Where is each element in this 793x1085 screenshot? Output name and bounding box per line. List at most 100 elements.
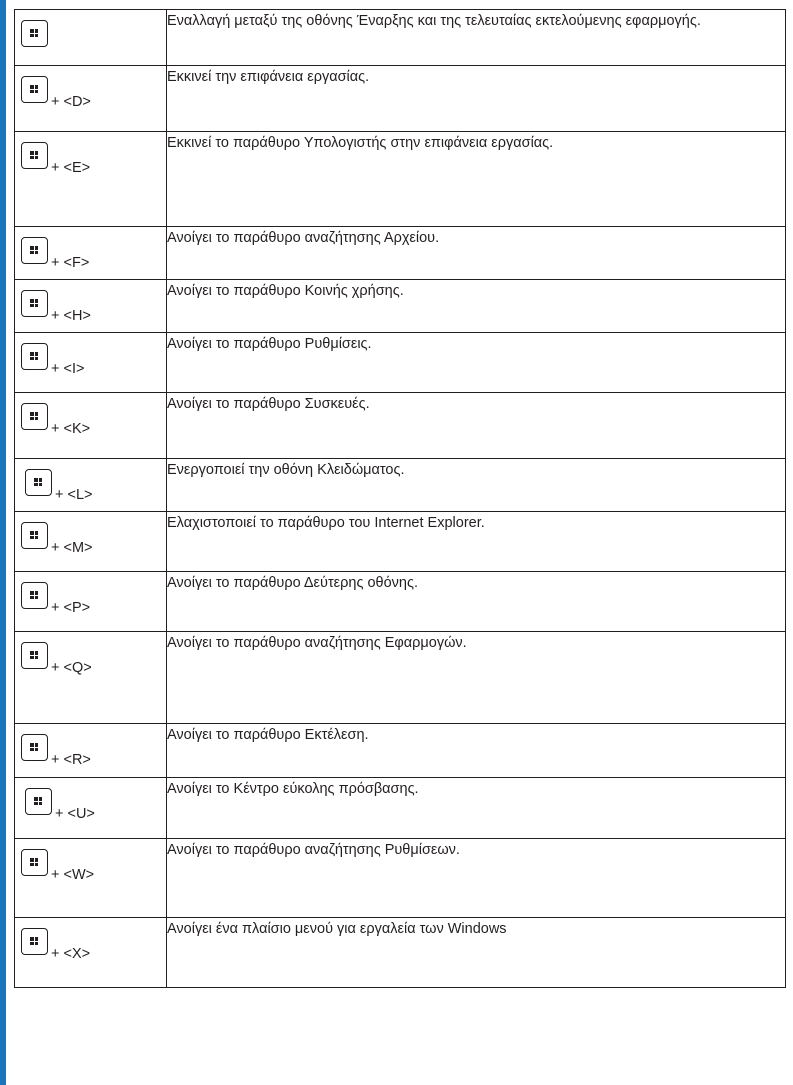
key-letter: + <U> [55,806,95,822]
windows-logo-icon [30,651,38,659]
key-letter: + <K> [51,421,91,437]
key-combination: + <I> [21,343,84,377]
windows-logo-icon [30,352,38,360]
shortcut-row: + <U> Ανοίγει το Κέντρο εύκολης πρόσβασης… [14,777,786,839]
key-cell: + <X> [14,917,167,988]
shortcut-row: + <H> Ανοίγει το παράθυρο Κοινής χρήσης. [14,279,786,333]
windows-logo-icon [30,412,38,420]
shortcut-description: Ενεργοποιεί την οθόνη Κλειδώματος. [166,458,786,512]
shortcut-description: Ανοίγει το παράθυρο αναζήτησης Αρχείου. [166,226,786,280]
key-combination: + <P> [21,582,90,616]
key-letter: + <R> [51,752,91,768]
shortcut-row: + <W> Ανοίγει το παράθυρο αναζήτησης Ρυθμ… [14,838,786,918]
key-letter: + <H> [51,308,91,324]
shortcut-table: Εναλλαγή μεταξύ της οθόνης Έναρξης και τ… [14,9,786,988]
shortcut-row: + <P> Ανοίγει το παράθυρο Δεύτερης οθόνης… [14,571,786,632]
shortcut-description: Ανοίγει το παράθυρο Συσκευές. [166,392,786,459]
key-cell: + <R> [14,723,167,778]
windows-key-icon [21,582,48,609]
key-cell: + <K> [14,392,167,459]
windows-key-icon [25,469,52,496]
shortcut-row: + <L> Ενεργοποιεί την οθόνη Κλειδώματος. [14,458,786,512]
key-combination: + <F> [21,237,89,271]
shortcut-row: + <K> Ανοίγει το παράθυρο Συσκευές. [14,392,786,459]
key-cell: + <W> [14,838,167,918]
shortcut-description: Ανοίγει το παράθυρο Δεύτερης οθόνης. [166,571,786,632]
windows-logo-icon [30,246,38,254]
key-letter: + <M> [51,540,93,556]
key-combination: + <K> [21,403,90,437]
key-combination: + <R> [21,734,91,768]
windows-key-icon [21,734,48,761]
shortcut-description: Ανοίγει το παράθυρο αναζήτησης Εφαρμογών… [166,631,786,724]
windows-key-icon [21,76,48,103]
shortcut-description: Εκκινεί το παράθυρο Υπολογιστής στην επι… [166,131,786,227]
shortcut-description: Εναλλαγή μεταξύ της οθόνης Έναρξης και τ… [166,9,786,66]
shortcut-row: + <Q> Ανοίγει το παράθυρο αναζήτησης Εφαρ… [14,631,786,724]
windows-key-icon [21,237,48,264]
shortcut-row: + <E> Εκκινεί το παράθυρο Υπολογιστής στη… [14,131,786,227]
key-cell: + <E> [14,131,167,227]
key-letter: + <L> [55,487,93,503]
key-combination: + <E> [21,142,90,176]
windows-key-icon [21,849,48,876]
key-cell: + <I> [14,332,167,393]
key-combination: + <M> [21,522,93,556]
key-cell: + <L> [14,458,167,512]
shortcut-description: Ελαχιστοποιεί το παράθυρο του Internet E… [166,511,786,572]
windows-key-icon [21,928,48,955]
shortcut-row: + <R> Ανοίγει το παράθυρο Εκτέλεση. [14,723,786,778]
windows-logo-icon [30,591,38,599]
key-letter: + <D> [51,94,91,110]
shortcut-row: + <F> Ανοίγει το παράθυρο αναζήτησης Αρχε… [14,226,786,280]
key-cell: + <U> [14,777,167,839]
shortcut-description: Ανοίγει το παράθυρο Εκτέλεση. [166,723,786,778]
key-cell: + <D> [14,65,167,132]
windows-logo-icon [34,797,42,805]
shortcut-description: Ανοίγει το παράθυρο αναζήτησης Ρυθμίσεων… [166,838,786,918]
key-cell [14,9,167,66]
key-letter: + <W> [51,867,95,883]
windows-key-icon [21,20,48,47]
key-cell: + <P> [14,571,167,632]
windows-logo-icon [34,478,42,486]
key-combination: + <W> [21,849,94,883]
shortcut-description: Ανοίγει το Κέντρο εύκολης πρόσβασης. [166,777,786,839]
shortcut-description: Ανοίγει το παράθυρο Ρυθμίσεις. [166,332,786,393]
key-combination: + <H> [21,290,91,324]
windows-key-icon [21,522,48,549]
shortcut-row: + <M> Ελαχιστοποιεί το παράθυρο του Inter… [14,511,786,572]
key-letter: + <X> [51,946,91,962]
shortcut-description: Εκκινεί την επιφάνεια εργασίας. [166,65,786,132]
key-letter: + <P> [51,600,91,616]
windows-logo-icon [30,29,38,37]
key-cell: + <Q> [14,631,167,724]
windows-key-icon [21,642,48,669]
key-combination: + <U> [25,788,95,822]
windows-logo-icon [30,85,38,93]
key-combination: + <D> [21,76,91,110]
key-cell: + <H> [14,279,167,333]
key-letter: + <Q> [51,660,92,676]
key-letter: + <I> [51,361,85,377]
key-letter: + <E> [51,160,91,176]
windows-logo-icon [30,743,38,751]
key-combination [21,20,51,47]
shortcut-description: Ανοίγει το παράθυρο Κοινής χρήσης. [166,279,786,333]
key-combination: + <L> [25,469,93,503]
windows-logo-icon [30,299,38,307]
shortcut-row: Εναλλαγή μεταξύ της οθόνης Έναρξης και τ… [14,9,786,66]
windows-key-icon [21,403,48,430]
key-cell: + <F> [14,226,167,280]
windows-logo-icon [30,151,38,159]
windows-key-icon [21,343,48,370]
windows-key-icon [25,788,52,815]
windows-logo-icon [30,858,38,866]
key-combination: + <Q> [21,642,92,676]
shortcut-row: + <D> Εκκινεί την επιφάνεια εργασίας. [14,65,786,132]
key-letter: + <F> [51,255,90,271]
key-combination: + <X> [21,928,90,962]
windows-logo-icon [30,531,38,539]
windows-key-icon [21,290,48,317]
key-cell: + <M> [14,511,167,572]
